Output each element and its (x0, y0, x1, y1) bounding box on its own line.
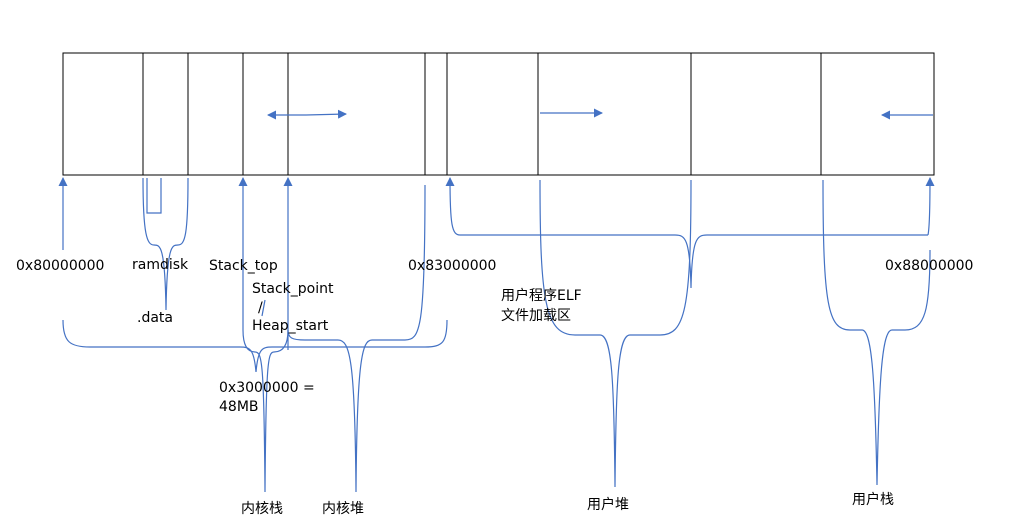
addr-end-pointer (925, 177, 935, 236)
kernel-size-label-line2: 48MB (219, 399, 259, 415)
addr-mid-pointer (445, 177, 461, 236)
kernel-stack-label: 内核栈 (241, 501, 283, 517)
memory-bar-outline (62, 52, 935, 176)
user-elf-label-line1: 用户程序ELF (501, 288, 582, 304)
annotation-lines (58, 108, 935, 493)
ramdisk-brace (146, 178, 162, 214)
data-label: .data (137, 310, 173, 326)
addr-mid-label: 0x83000000 (408, 258, 497, 274)
data-brace (142, 177, 189, 311)
stack-point-label: Stack_point (252, 281, 334, 297)
addr-end-label: 0x88000000 (885, 258, 974, 274)
kernel-heap-brace (287, 184, 426, 493)
user-heap-brace (539, 179, 692, 488)
ramdisk-label: ramdisk (132, 257, 189, 273)
stack-top-label: Stack_top (209, 258, 278, 274)
addr-start-label: 0x80000000 (16, 258, 105, 274)
kernel-heap-label: 内核堆 (322, 501, 364, 517)
memory-bar (62, 52, 935, 176)
kernel-size-label-line1: 0x3000000 = (219, 380, 315, 396)
user-elf-label-line2: 文件加载区 (501, 308, 571, 324)
user-stack-label: 用户栈 (852, 492, 894, 508)
user-elf-brace (460, 234, 928, 289)
memory-layout-diagram: 0x80000000 ramdisk .data Stack_top Stack… (0, 0, 1009, 532)
stack-point-slash: / (258, 300, 263, 316)
user-heap-label: 用户堆 (587, 497, 629, 513)
user-stack-brace (822, 179, 931, 486)
kernel-stack-heap-arrow (305, 109, 347, 119)
heap-start-label: Heap_start (252, 318, 329, 334)
